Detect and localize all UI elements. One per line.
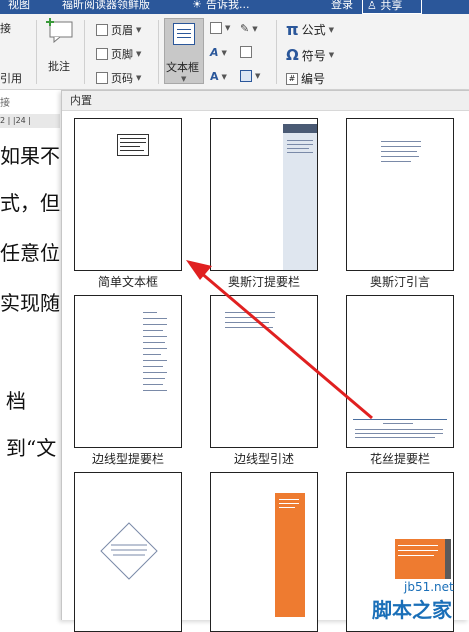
red-arrow-annotation: [186, 260, 373, 420]
watermark-name: 脚本之家: [372, 598, 452, 622]
watermark-site: jb51.net: [404, 580, 454, 594]
